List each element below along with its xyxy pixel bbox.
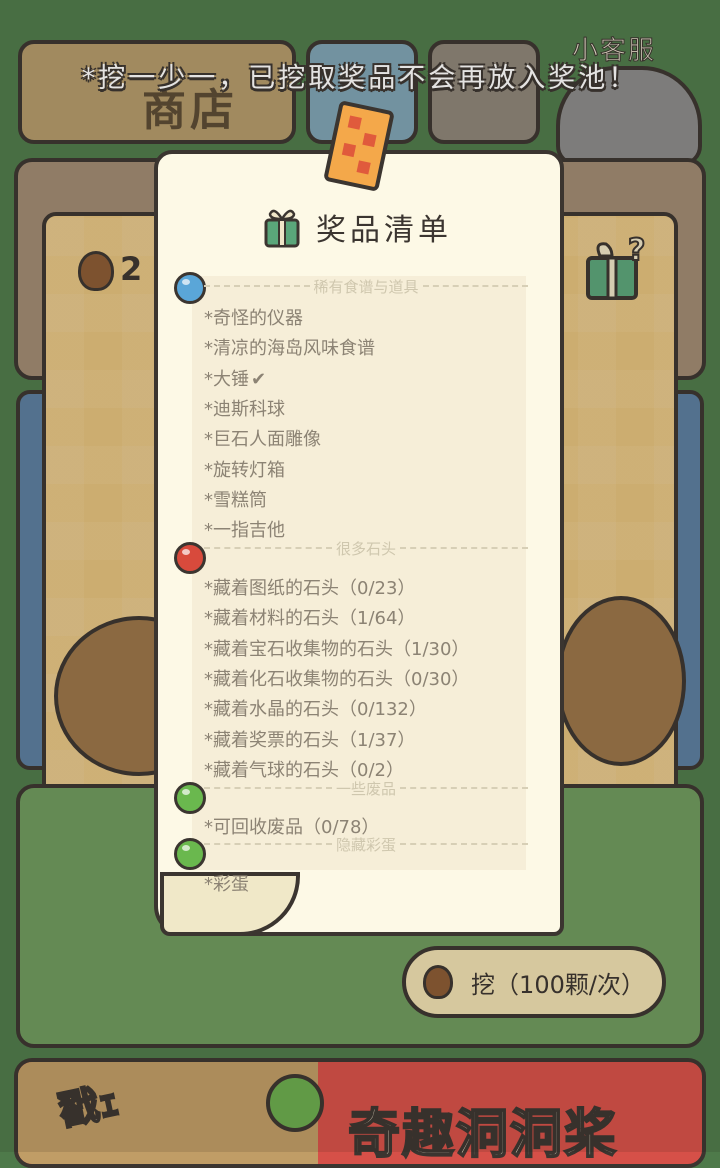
prize-item: *巨石人面雕像 — [204, 425, 321, 451]
prize-item-label: *大锤 — [204, 368, 249, 390]
prize-item: *藏着宝石收集物的石头（1/30） — [204, 635, 469, 661]
section-header-label: 隐藏彩蛋 — [336, 835, 397, 854]
prize-item-label: *彩蛋 — [204, 874, 249, 895]
prize-item: *藏着水晶的石头（0/132） — [204, 695, 427, 721]
prize-item-label: *迪斯科球 — [204, 398, 285, 420]
prize-item-label: *旋转灯箱 — [204, 459, 285, 481]
section-marker-3 — [174, 838, 206, 870]
check-icon: ✔ — [251, 368, 267, 390]
prize-item: *迪斯科球 — [204, 395, 285, 421]
modal-title: 奖品清单 — [262, 200, 502, 254]
prize-item: *清凉的海岛风味食谱 — [204, 334, 375, 360]
prize-item: *藏着化石收集物的石头（0/30） — [204, 665, 469, 691]
prize-item-label: *藏着宝石收集物的石头（1/30） — [204, 638, 470, 660]
prize-item-label: *清凉的海岛风味食谱 — [204, 338, 375, 360]
prize-item-label: *雪糕筒 — [204, 489, 267, 511]
prize-item: *藏着图纸的石头（0/23） — [204, 574, 415, 600]
prize-item: *雪糕筒 — [204, 486, 267, 512]
prize-item: *彩蛋 — [204, 870, 249, 896]
section-header: 稀有食谱与道具 — [204, 276, 529, 296]
modal-title-text: 奖品清单 — [316, 213, 452, 248]
section-marker-1 — [174, 542, 206, 574]
section-marker-0 — [174, 272, 206, 304]
section-header-label: 很多石头 — [336, 539, 397, 558]
prize-item-label: *藏着奖票的石头（1/37） — [204, 729, 416, 751]
section-marker-2 — [174, 782, 206, 814]
section-header-label: 稀有食谱与道具 — [313, 277, 419, 296]
prize-item: *旋转灯箱 — [204, 456, 285, 482]
gift-icon — [264, 209, 300, 248]
section-header: 隐藏彩蛋 — [204, 834, 529, 854]
prize-item: *藏着材料的石头（1/64） — [204, 604, 415, 630]
prize-item: *藏着奖票的石头（1/37） — [204, 726, 415, 752]
prize-item-label: *奇怪的仪器 — [204, 308, 303, 329]
section-header: 很多石头 — [204, 538, 529, 558]
prize-item-label: *藏着化石收集物的石头（0/30） — [204, 668, 470, 690]
section-header: 一些废品 — [204, 778, 529, 798]
prize-item: *奇怪的仪器 — [204, 304, 303, 330]
prize-item-label: *藏着图纸的石头（0/23） — [204, 578, 416, 599]
prize-item: *大锤 ✔ — [204, 365, 266, 391]
prize-item-label: *藏着水晶的石头（0/132） — [204, 699, 427, 721]
prize-item-label: *巨石人面雕像 — [204, 429, 321, 451]
section-header-label: 一些废品 — [336, 779, 397, 798]
prize-item-label: *藏着材料的石头（1/64） — [204, 608, 416, 630]
